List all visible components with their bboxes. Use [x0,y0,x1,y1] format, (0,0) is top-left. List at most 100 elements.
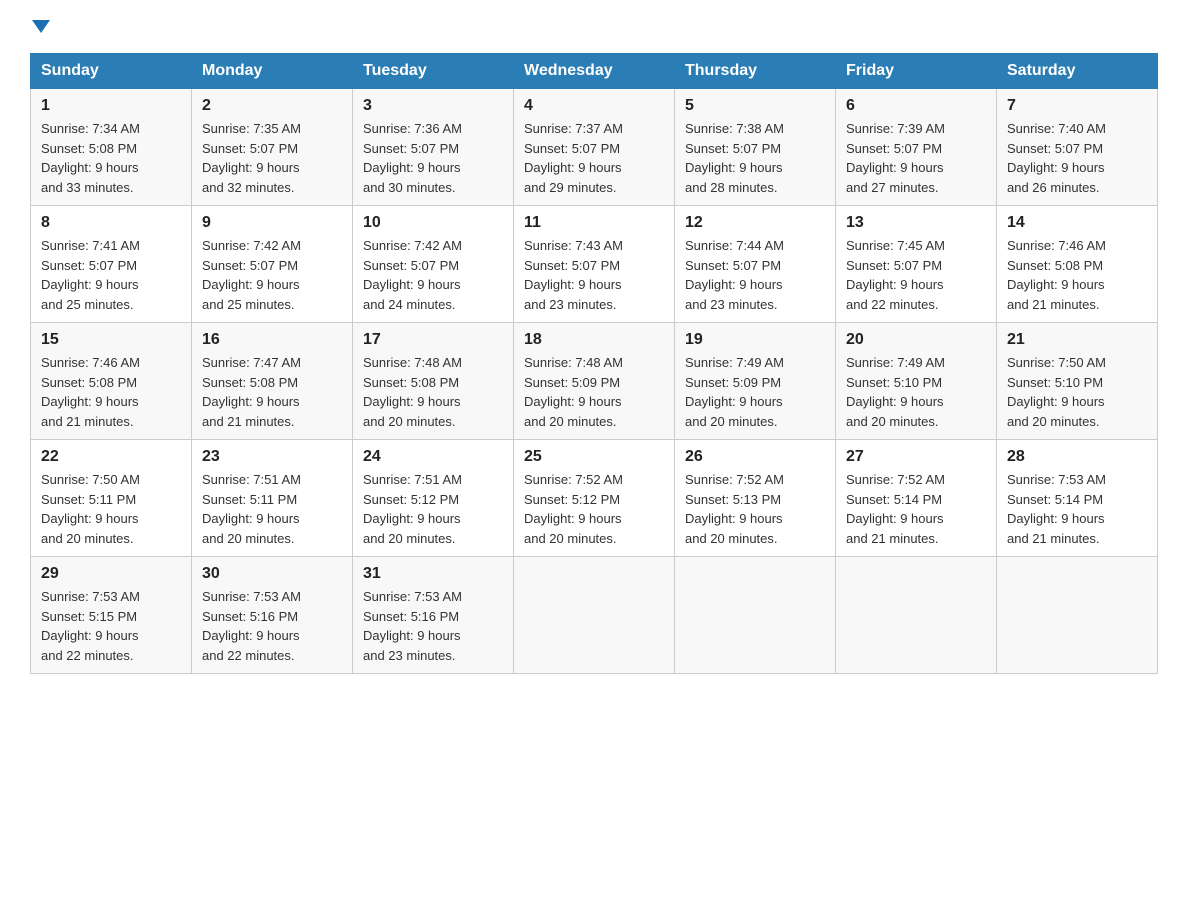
column-header-sunday: Sunday [31,54,192,89]
day-number: 6 [846,97,986,115]
calendar-cell: 14 Sunrise: 7:46 AM Sunset: 5:08 PM Dayl… [997,206,1158,323]
calendar-cell: 28 Sunrise: 7:53 AM Sunset: 5:14 PM Dayl… [997,440,1158,557]
column-header-saturday: Saturday [997,54,1158,89]
calendar-week-row: 1 Sunrise: 7:34 AM Sunset: 5:08 PM Dayli… [31,89,1158,206]
day-info: Sunrise: 7:53 AM Sunset: 5:16 PM Dayligh… [202,587,342,665]
day-info: Sunrise: 7:42 AM Sunset: 5:07 PM Dayligh… [202,236,342,314]
logo [30,20,50,35]
calendar-cell: 6 Sunrise: 7:39 AM Sunset: 5:07 PM Dayli… [836,89,997,206]
column-header-thursday: Thursday [675,54,836,89]
day-number: 19 [685,331,825,349]
day-number: 11 [524,214,664,232]
calendar-cell [997,557,1158,674]
day-info: Sunrise: 7:53 AM Sunset: 5:16 PM Dayligh… [363,587,503,665]
calendar-cell: 21 Sunrise: 7:50 AM Sunset: 5:10 PM Dayl… [997,323,1158,440]
day-info: Sunrise: 7:47 AM Sunset: 5:08 PM Dayligh… [202,353,342,431]
calendar-week-row: 8 Sunrise: 7:41 AM Sunset: 5:07 PM Dayli… [31,206,1158,323]
day-number: 16 [202,331,342,349]
day-number: 17 [363,331,503,349]
calendar-cell: 24 Sunrise: 7:51 AM Sunset: 5:12 PM Dayl… [353,440,514,557]
calendar-table: SundayMondayTuesdayWednesdayThursdayFrid… [30,53,1158,674]
calendar-cell: 17 Sunrise: 7:48 AM Sunset: 5:08 PM Dayl… [353,323,514,440]
calendar-header-row: SundayMondayTuesdayWednesdayThursdayFrid… [31,54,1158,89]
day-info: Sunrise: 7:52 AM Sunset: 5:12 PM Dayligh… [524,470,664,548]
day-info: Sunrise: 7:50 AM Sunset: 5:11 PM Dayligh… [41,470,181,548]
day-number: 28 [1007,448,1147,466]
day-number: 4 [524,97,664,115]
day-number: 18 [524,331,664,349]
page-header [30,20,1158,35]
calendar-cell: 3 Sunrise: 7:36 AM Sunset: 5:07 PM Dayli… [353,89,514,206]
day-info: Sunrise: 7:39 AM Sunset: 5:07 PM Dayligh… [846,119,986,197]
day-number: 26 [685,448,825,466]
calendar-week-row: 15 Sunrise: 7:46 AM Sunset: 5:08 PM Dayl… [31,323,1158,440]
day-info: Sunrise: 7:36 AM Sunset: 5:07 PM Dayligh… [363,119,503,197]
calendar-cell: 8 Sunrise: 7:41 AM Sunset: 5:07 PM Dayli… [31,206,192,323]
calendar-cell: 31 Sunrise: 7:53 AM Sunset: 5:16 PM Dayl… [353,557,514,674]
day-number: 29 [41,565,181,583]
day-number: 30 [202,565,342,583]
day-info: Sunrise: 7:38 AM Sunset: 5:07 PM Dayligh… [685,119,825,197]
day-info: Sunrise: 7:49 AM Sunset: 5:10 PM Dayligh… [846,353,986,431]
day-info: Sunrise: 7:48 AM Sunset: 5:08 PM Dayligh… [363,353,503,431]
calendar-cell [675,557,836,674]
day-number: 8 [41,214,181,232]
day-info: Sunrise: 7:42 AM Sunset: 5:07 PM Dayligh… [363,236,503,314]
calendar-week-row: 29 Sunrise: 7:53 AM Sunset: 5:15 PM Dayl… [31,557,1158,674]
day-info: Sunrise: 7:43 AM Sunset: 5:07 PM Dayligh… [524,236,664,314]
day-info: Sunrise: 7:52 AM Sunset: 5:13 PM Dayligh… [685,470,825,548]
day-number: 3 [363,97,503,115]
day-number: 1 [41,97,181,115]
calendar-cell: 13 Sunrise: 7:45 AM Sunset: 5:07 PM Dayl… [836,206,997,323]
calendar-cell: 27 Sunrise: 7:52 AM Sunset: 5:14 PM Dayl… [836,440,997,557]
calendar-cell: 10 Sunrise: 7:42 AM Sunset: 5:07 PM Dayl… [353,206,514,323]
day-number: 21 [1007,331,1147,349]
day-info: Sunrise: 7:45 AM Sunset: 5:07 PM Dayligh… [846,236,986,314]
day-number: 24 [363,448,503,466]
day-info: Sunrise: 7:50 AM Sunset: 5:10 PM Dayligh… [1007,353,1147,431]
calendar-cell: 16 Sunrise: 7:47 AM Sunset: 5:08 PM Dayl… [192,323,353,440]
day-info: Sunrise: 7:52 AM Sunset: 5:14 PM Dayligh… [846,470,986,548]
day-number: 10 [363,214,503,232]
day-number: 7 [1007,97,1147,115]
day-number: 12 [685,214,825,232]
calendar-cell: 18 Sunrise: 7:48 AM Sunset: 5:09 PM Dayl… [514,323,675,440]
calendar-cell: 5 Sunrise: 7:38 AM Sunset: 5:07 PM Dayli… [675,89,836,206]
calendar-cell: 11 Sunrise: 7:43 AM Sunset: 5:07 PM Dayl… [514,206,675,323]
day-info: Sunrise: 7:34 AM Sunset: 5:08 PM Dayligh… [41,119,181,197]
column-header-monday: Monday [192,54,353,89]
column-header-friday: Friday [836,54,997,89]
day-number: 23 [202,448,342,466]
day-number: 27 [846,448,986,466]
calendar-cell: 15 Sunrise: 7:46 AM Sunset: 5:08 PM Dayl… [31,323,192,440]
day-info: Sunrise: 7:48 AM Sunset: 5:09 PM Dayligh… [524,353,664,431]
calendar-cell: 23 Sunrise: 7:51 AM Sunset: 5:11 PM Dayl… [192,440,353,557]
logo-arrow-icon [32,20,50,33]
day-number: 22 [41,448,181,466]
day-info: Sunrise: 7:51 AM Sunset: 5:11 PM Dayligh… [202,470,342,548]
calendar-cell: 7 Sunrise: 7:40 AM Sunset: 5:07 PM Dayli… [997,89,1158,206]
calendar-cell: 29 Sunrise: 7:53 AM Sunset: 5:15 PM Dayl… [31,557,192,674]
calendar-cell [836,557,997,674]
day-number: 9 [202,214,342,232]
day-number: 2 [202,97,342,115]
day-number: 25 [524,448,664,466]
column-header-tuesday: Tuesday [353,54,514,89]
calendar-cell [514,557,675,674]
calendar-cell: 9 Sunrise: 7:42 AM Sunset: 5:07 PM Dayli… [192,206,353,323]
column-header-wednesday: Wednesday [514,54,675,89]
day-number: 13 [846,214,986,232]
calendar-cell: 1 Sunrise: 7:34 AM Sunset: 5:08 PM Dayli… [31,89,192,206]
calendar-cell: 30 Sunrise: 7:53 AM Sunset: 5:16 PM Dayl… [192,557,353,674]
day-info: Sunrise: 7:49 AM Sunset: 5:09 PM Dayligh… [685,353,825,431]
calendar-cell: 19 Sunrise: 7:49 AM Sunset: 5:09 PM Dayl… [675,323,836,440]
day-number: 31 [363,565,503,583]
calendar-cell: 22 Sunrise: 7:50 AM Sunset: 5:11 PM Dayl… [31,440,192,557]
day-info: Sunrise: 7:46 AM Sunset: 5:08 PM Dayligh… [1007,236,1147,314]
day-info: Sunrise: 7:40 AM Sunset: 5:07 PM Dayligh… [1007,119,1147,197]
calendar-cell: 25 Sunrise: 7:52 AM Sunset: 5:12 PM Dayl… [514,440,675,557]
day-info: Sunrise: 7:51 AM Sunset: 5:12 PM Dayligh… [363,470,503,548]
day-info: Sunrise: 7:37 AM Sunset: 5:07 PM Dayligh… [524,119,664,197]
day-info: Sunrise: 7:35 AM Sunset: 5:07 PM Dayligh… [202,119,342,197]
day-number: 14 [1007,214,1147,232]
